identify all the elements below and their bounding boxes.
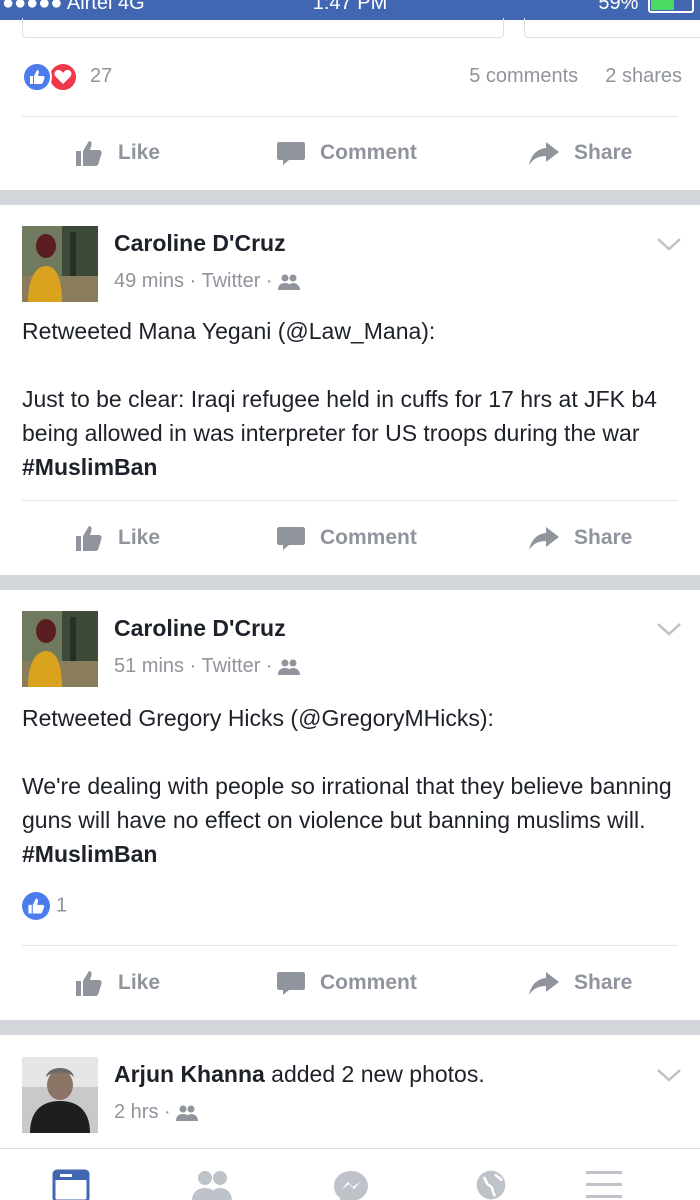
divider	[22, 945, 678, 946]
post-action: added 2 new photos.	[271, 1061, 485, 1087]
previous-attachment-card	[22, 18, 504, 38]
comment-button[interactable]: Comment	[276, 138, 417, 168]
battery-percent: 59%	[598, 0, 639, 14]
divider	[22, 116, 678, 117]
comment-button[interactable]: Comment	[276, 968, 417, 998]
divider	[22, 500, 678, 501]
thumbs-up-icon	[76, 971, 102, 996]
retweet-line: Retweeted Mana Yegani (@Law_Mana):	[22, 318, 436, 344]
clock: 1:47 PM	[312, 0, 388, 14]
engagement-stats[interactable]: 5 comments 2 shares	[469, 65, 682, 88]
post-message: We're dealing with people so irrational …	[22, 773, 672, 867]
post-body: Retweeted Gregory Hicks (@GregoryMHicks)…	[22, 701, 672, 871]
post-meta: 51 mins · Twitter ·	[114, 655, 301, 678]
like-button[interactable]: Like	[74, 968, 160, 998]
post-source[interactable]: Twitter	[201, 270, 260, 292]
post-author[interactable]: Arjun Khanna	[114, 1061, 265, 1087]
share-arrow-icon	[529, 972, 559, 995]
action-bar: Like Comment Share	[0, 519, 700, 559]
post-body: Retweeted Mana Yegani (@Law_Mana): Just …	[22, 314, 672, 484]
post-time[interactable]: 2 hrs	[114, 1101, 158, 1123]
notifications-globe-icon[interactable]	[472, 1169, 510, 1200]
post-meta: 49 mins · Twitter ·	[114, 270, 301, 293]
comments-count[interactable]: 5 comments	[469, 65, 578, 87]
comment-icon	[277, 142, 305, 165]
reactions-summary[interactable]: 27 5 comments 2 shares	[22, 62, 682, 92]
comment-button[interactable]: Comment	[276, 523, 417, 553]
like-count[interactable]: 1	[22, 892, 67, 920]
feed-separator	[0, 190, 700, 205]
share-button[interactable]: Share	[528, 138, 632, 168]
avatar[interactable]	[22, 611, 98, 687]
friends-audience-icon	[278, 659, 301, 675]
like-button[interactable]: Like	[74, 138, 160, 168]
post-time[interactable]: 49 mins	[114, 270, 184, 292]
hashtag-link[interactable]: #MuslimBan	[22, 454, 157, 480]
messenger-icon[interactable]	[332, 1169, 370, 1200]
battery-status: 59%	[598, 0, 694, 15]
reaction-count: 27	[90, 65, 113, 87]
post-time[interactable]: 51 mins	[114, 655, 184, 677]
post-message: Just to be clear: Iraqi refugee held in …	[22, 386, 657, 480]
shares-count[interactable]: 2 shares	[605, 65, 682, 87]
like-reaction-icon	[22, 892, 50, 920]
hashtag-link[interactable]: #MuslimBan	[22, 841, 157, 867]
thumbs-up-icon	[76, 526, 102, 551]
chevron-down-icon[interactable]	[656, 236, 682, 252]
comment-icon	[277, 972, 305, 995]
feed-separator	[0, 1020, 700, 1035]
previous-attachment-card	[524, 18, 700, 38]
share-button[interactable]: Share	[528, 968, 632, 998]
post-author-line: Arjun Khanna added 2 new photos.	[114, 1061, 485, 1088]
post-author[interactable]: Caroline D'Cruz	[114, 230, 286, 257]
avatar[interactable]	[22, 1057, 98, 1133]
friends-audience-icon	[176, 1105, 199, 1121]
like-reaction-icon	[22, 62, 52, 92]
thumbs-up-icon	[76, 141, 102, 166]
like-button[interactable]: Like	[74, 523, 160, 553]
status-bar: ●●●●● Airtel 4G 1:47 PM 59%	[0, 0, 700, 20]
love-reaction-icon	[48, 62, 78, 92]
friends-icon[interactable]	[190, 1169, 234, 1200]
post-source[interactable]: Twitter	[201, 655, 260, 677]
retweet-line: Retweeted Gregory Hicks (@GregoryMHicks)…	[22, 705, 494, 731]
action-bar: Like Comment Share	[0, 964, 700, 1004]
chevron-down-icon[interactable]	[656, 1067, 682, 1083]
share-arrow-icon	[529, 142, 559, 165]
menu-icon[interactable]	[584, 1169, 624, 1200]
chevron-down-icon[interactable]	[656, 621, 682, 637]
avatar[interactable]	[22, 226, 98, 302]
feed-separator	[0, 575, 700, 590]
share-button[interactable]: Share	[528, 523, 632, 553]
share-arrow-icon	[529, 527, 559, 550]
bottom-tab-bar	[0, 1148, 700, 1200]
friends-audience-icon	[278, 274, 301, 290]
news-feed-icon[interactable]	[52, 1169, 90, 1200]
comment-icon	[277, 527, 305, 550]
action-bar: Like Comment Share	[0, 134, 700, 174]
battery-icon	[648, 0, 694, 13]
post-author[interactable]: Caroline D'Cruz	[114, 615, 286, 642]
post-meta: 2 hrs ·	[114, 1101, 199, 1124]
